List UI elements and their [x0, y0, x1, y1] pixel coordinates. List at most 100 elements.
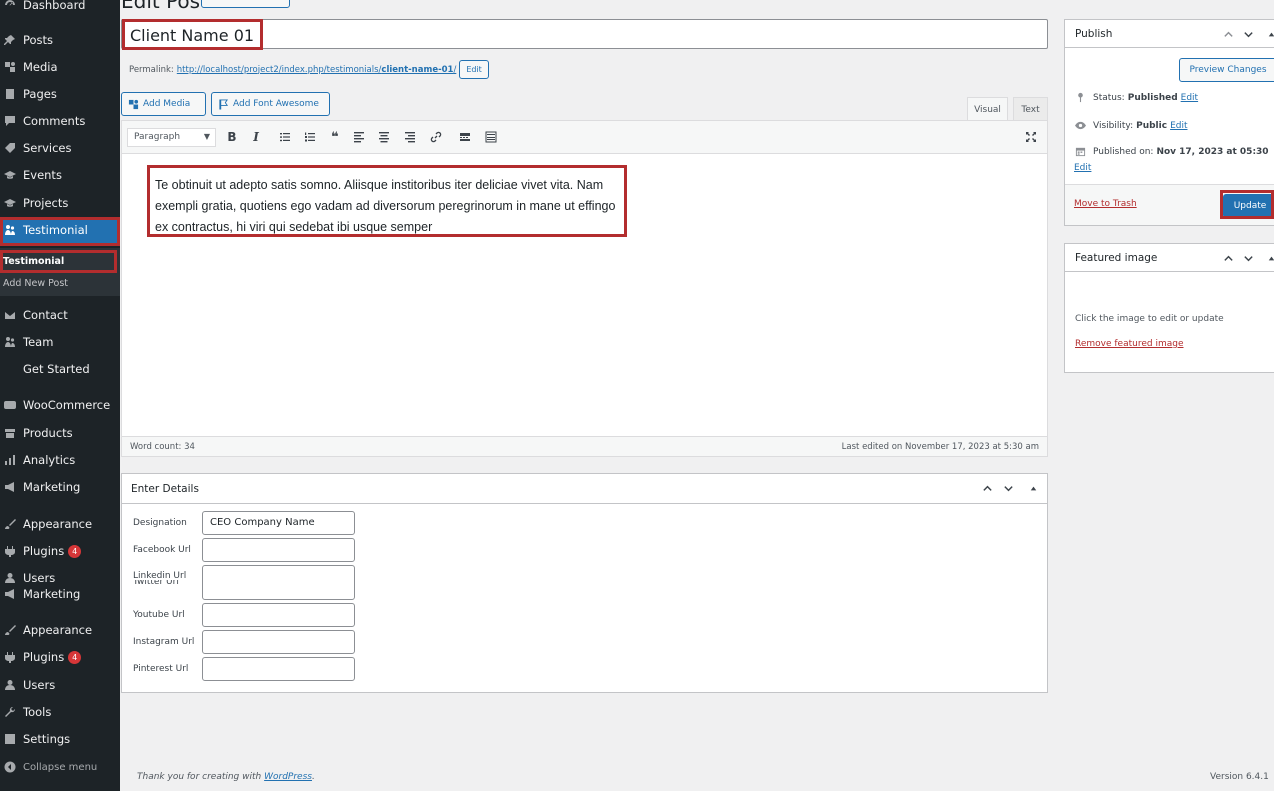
sidebar-item-get-started[interactable]: Get Started [0, 356, 120, 382]
chevron-up-icon[interactable] [1220, 250, 1236, 266]
update-button[interactable]: Update [1223, 194, 1274, 218]
remove-featured-image-link[interactable]: Remove featured image [1075, 339, 1183, 349]
sidebar-item-marketing-2[interactable]: Marketing [0, 581, 120, 607]
chevron-up-icon[interactable] [979, 480, 995, 496]
add-new-post-button[interactable] [201, 0, 290, 8]
sidebar-item-comments[interactable]: Comments [0, 108, 120, 134]
post-title-input[interactable]: Client Name 01 [121, 19, 1048, 49]
sidebar-item-settings[interactable]: Settings [0, 726, 120, 752]
submenu-item-add-new[interactable]: Add New Post [3, 278, 68, 289]
users-icon [3, 335, 17, 349]
sidebar-item-analytics[interactable]: Analytics [0, 447, 120, 473]
youtube-url-field[interactable] [202, 603, 355, 627]
add-media-button[interactable]: Add Media [121, 92, 206, 116]
sidebar-item-plugins-2[interactable]: Plugins 4 [0, 644, 120, 670]
sidebar-item-media[interactable]: Media [0, 54, 120, 80]
blockquote-icon[interactable]: ❝ [327, 129, 343, 145]
bullet-list-icon[interactable] [277, 129, 293, 145]
italic-icon[interactable]: I [248, 129, 264, 145]
toggle-panel-icon[interactable] [1263, 250, 1274, 266]
move-to-trash-link[interactable]: Move to Trash [1074, 199, 1137, 209]
sidebar-item-pages[interactable]: Pages [0, 81, 120, 107]
sidebar-item-posts[interactable]: Posts [0, 27, 120, 53]
tag-icon [3, 141, 17, 155]
chevron-down-icon[interactable] [1240, 26, 1256, 42]
sidebar-item-events[interactable]: Events [0, 162, 120, 188]
update-count-badge: 4 [68, 650, 82, 664]
sidebar-item-appearance-2[interactable]: Appearance [0, 617, 120, 643]
eye-icon [1074, 120, 1087, 131]
sidebar-item-label: Tools [23, 705, 52, 719]
edit-permalink-button[interactable]: Edit [459, 60, 489, 79]
wrench-icon [3, 705, 17, 719]
tab-visual[interactable]: Visual [967, 97, 1008, 121]
designation-field[interactable]: CEO Company Name [202, 511, 355, 535]
add-font-awesome-button[interactable]: Add Font Awesome [211, 92, 330, 116]
permalink-link[interactable]: http://localhost/project2/index.php/test… [177, 65, 457, 75]
submenu-item-testimonial[interactable]: Testimonial [3, 256, 64, 267]
sidebar-item-projects[interactable]: Projects [0, 190, 120, 216]
sidebar-item-label: Marketing [23, 587, 81, 601]
sidebar-item-label: Appearance [23, 517, 93, 531]
link-icon[interactable] [428, 129, 444, 145]
align-right-icon[interactable] [402, 129, 418, 145]
sidebar-item-products[interactable]: Products [0, 420, 120, 446]
sidebar-item-label: Posts [23, 33, 54, 47]
wordpress-link[interactable]: WordPress [264, 772, 312, 782]
admin-sidebar: Dashboard Posts Media Pages Comments Ser… [0, 0, 120, 791]
format-select[interactable]: Paragraph ▼ [127, 128, 216, 147]
publish-header: Publish [1065, 20, 1274, 48]
sidebar-item-label: Settings [23, 732, 71, 746]
sidebar-item-label: Collapse menu [23, 761, 98, 773]
permalink-base: http://localhost/project2/index.php/test… [176, 64, 382, 75]
sidebar-item-woocommerce[interactable]: WooCommerce [0, 392, 120, 418]
mail-icon [3, 308, 17, 322]
sidebar-item-testimonial[interactable]: Testimonial [0, 217, 120, 243]
toolbar-toggle-icon[interactable] [483, 129, 499, 145]
fullscreen-icon[interactable] [1023, 129, 1039, 145]
sidebar-item-label: Comments [23, 114, 86, 128]
facebook-url-field[interactable] [202, 538, 355, 562]
sidebar-item-users-2[interactable]: Users [0, 672, 120, 698]
tab-text[interactable]: Text [1013, 97, 1048, 121]
collapse-menu-button[interactable]: Collapse menu [0, 754, 120, 780]
sidebar-item-plugins[interactable]: Plugins 4 [0, 538, 120, 564]
toggle-panel-icon[interactable] [1025, 480, 1041, 496]
sidebar-item-dashboard[interactable]: Dashboard [0, 0, 120, 18]
published-on-row: Published on: Nov 17, 2023 at 05:30 [1074, 146, 1269, 157]
sidebar-item-label: Analytics [23, 453, 76, 467]
permalink-label: Permalink: [129, 64, 174, 75]
preview-changes-button[interactable]: Preview Changes [1179, 58, 1274, 82]
bold-icon[interactable]: B [224, 129, 240, 145]
paintbrush-icon [3, 517, 17, 531]
featured-image-hint: Click the image to edit or update [1075, 314, 1224, 324]
edit-date-link[interactable]: Edit [1074, 163, 1091, 173]
sidebar-item-contact[interactable]: Contact [0, 302, 120, 328]
numbered-list-icon[interactable] [302, 129, 318, 145]
sidebar-item-team[interactable]: Team [0, 329, 120, 355]
users-icon [3, 223, 17, 237]
editor-toolbar: Paragraph ▼ B I ❝ [122, 121, 1047, 154]
pinterest-url-field[interactable] [202, 657, 355, 681]
sidebar-item-label: Events [23, 168, 62, 182]
editor-content[interactable]: Te obtinuit ut adepto satis somno. Aliis… [155, 175, 625, 238]
toggle-panel-icon[interactable] [1263, 26, 1274, 42]
align-center-icon[interactable] [376, 129, 392, 145]
sidebar-item-tools[interactable]: Tools [0, 699, 120, 725]
media-icon [128, 99, 139, 109]
align-left-icon[interactable] [351, 129, 367, 145]
testimonial-submenu: Testimonial Add New Post [0, 248, 120, 296]
visibility-value: Public [1136, 120, 1168, 131]
sidebar-item-services[interactable]: Services [0, 135, 120, 161]
sidebar-item-marketing[interactable]: Marketing [0, 474, 120, 500]
linkedin-url-field[interactable] [202, 565, 355, 600]
chevron-down-icon[interactable] [1000, 480, 1016, 496]
edit-status-link[interactable]: Edit [1181, 93, 1198, 103]
sidebar-item-appearance[interactable]: Appearance [0, 511, 120, 537]
chevron-down-icon[interactable] [1240, 250, 1256, 266]
edit-visibility-link[interactable]: Edit [1170, 121, 1187, 131]
instagram-url-field[interactable] [202, 630, 355, 654]
chevron-up-icon[interactable] [1220, 26, 1236, 42]
publish-actions: Move to Trash Update [1065, 184, 1274, 225]
read-more-icon[interactable] [457, 129, 473, 145]
